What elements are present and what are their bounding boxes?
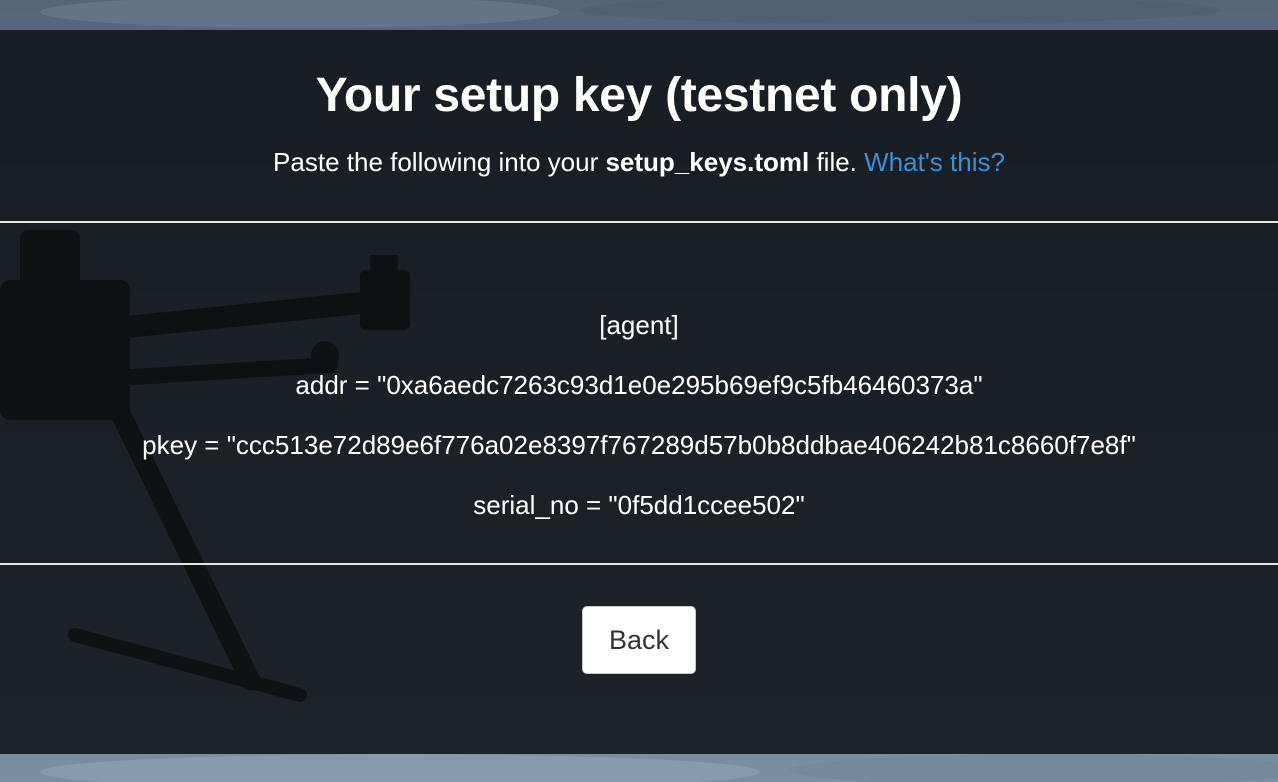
config-filename: setup_keys.toml xyxy=(605,147,810,177)
page-subtitle: Paste the following into your setup_keys… xyxy=(0,145,1278,179)
serial-no-line: serial_no = "0f5dd1ccee502" xyxy=(473,490,805,520)
addr-line: addr = "0xa6aedc7263c93d1e0e295b69ef9c5f… xyxy=(295,370,983,400)
agent-section-header: [agent] xyxy=(599,310,679,340)
bottom-divider xyxy=(0,563,1278,565)
page-title: Your setup key (testnet only) xyxy=(315,69,963,122)
back-button[interactable]: Back xyxy=(582,606,696,674)
whats-this-link[interactable]: What's this? xyxy=(864,147,1005,177)
setup-key-panel: Your setup key (testnet only) Paste the … xyxy=(0,30,1278,754)
page-header: Your setup key (testnet only) Paste the … xyxy=(0,30,1278,221)
pkey-line: pkey = "ccc513e72d89e6f776a02e8397f76728… xyxy=(142,430,1136,460)
subtitle-suffix: file. xyxy=(809,147,865,177)
setup-key-block: [agent] addr = "0xa6aedc7263c93d1e0e295b… xyxy=(0,223,1278,563)
subtitle-text: Paste the following into your xyxy=(273,147,606,177)
